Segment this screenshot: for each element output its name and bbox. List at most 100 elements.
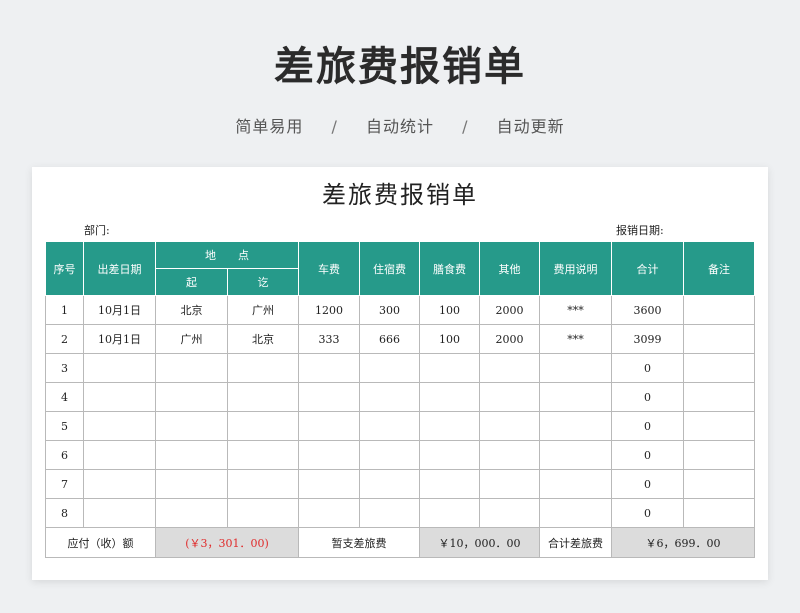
cell-hotel[interactable]: [359, 353, 420, 383]
cell-hotel[interactable]: 300: [359, 295, 420, 325]
cell-hotel[interactable]: [359, 440, 420, 470]
cell-from[interactable]: [155, 440, 228, 470]
cell-desc[interactable]: [539, 353, 612, 383]
cell-hotel[interactable]: [359, 469, 420, 499]
cell-meal[interactable]: [419, 353, 480, 383]
table-row: 40: [45, 382, 755, 412]
cell-note[interactable]: [683, 324, 755, 354]
cell-from[interactable]: [155, 353, 228, 383]
cell-total[interactable]: 3099: [611, 324, 684, 354]
cell-meal[interactable]: [419, 411, 480, 441]
cell-date[interactable]: [83, 469, 156, 499]
cell-note[interactable]: [683, 353, 755, 383]
cell-to[interactable]: [227, 411, 299, 441]
cell-other[interactable]: [479, 353, 540, 383]
cell-note[interactable]: [683, 498, 755, 528]
header-total: 合计: [611, 241, 684, 296]
cell-desc[interactable]: ***: [539, 324, 612, 354]
cell-meal[interactable]: [419, 440, 480, 470]
cell-to[interactable]: [227, 469, 299, 499]
sheet-title: 差旅费报销单: [322, 181, 478, 209]
cell-seq: 4: [45, 382, 84, 412]
cell-to[interactable]: 广州: [227, 295, 299, 325]
cell-total[interactable]: 0: [611, 382, 684, 412]
cell-from[interactable]: 北京: [155, 295, 228, 325]
cell-hotel[interactable]: 666: [359, 324, 420, 354]
cell-note[interactable]: [683, 440, 755, 470]
cell-car[interactable]: [298, 353, 360, 383]
cell-total[interactable]: 0: [611, 353, 684, 383]
cell-from[interactable]: 广州: [155, 324, 228, 354]
cell-note[interactable]: [683, 382, 755, 412]
cell-car[interactable]: [298, 382, 360, 412]
cell-car[interactable]: [298, 440, 360, 470]
cell-date[interactable]: 10月1日: [83, 324, 156, 354]
cell-car[interactable]: [298, 469, 360, 499]
cell-meal[interactable]: [419, 382, 480, 412]
cell-from[interactable]: [155, 382, 228, 412]
cell-other[interactable]: [479, 411, 540, 441]
cell-meal[interactable]: 100: [419, 324, 480, 354]
cell-to[interactable]: [227, 498, 299, 528]
cell-desc[interactable]: [539, 498, 612, 528]
cell-total[interactable]: 0: [611, 440, 684, 470]
cell-car[interactable]: [298, 498, 360, 528]
cell-total[interactable]: 3600: [611, 295, 684, 325]
cell-note[interactable]: [683, 411, 755, 441]
cell-seq: 3: [45, 353, 84, 383]
cell-date[interactable]: [83, 440, 156, 470]
cell-other[interactable]: [479, 469, 540, 499]
cell-date[interactable]: 10月1日: [83, 295, 156, 325]
cell-car[interactable]: 1200: [298, 295, 360, 325]
table-row: 60: [45, 440, 755, 470]
cell-meal[interactable]: [419, 469, 480, 499]
cell-date[interactable]: [83, 353, 156, 383]
payable-value[interactable]: (￥3，301．00): [155, 527, 299, 558]
cell-from[interactable]: [155, 469, 228, 499]
header-to: 讫: [227, 268, 299, 296]
cell-to[interactable]: 北京: [227, 324, 299, 354]
cell-date[interactable]: [83, 382, 156, 412]
cell-desc[interactable]: [539, 382, 612, 412]
cell-total[interactable]: 0: [611, 469, 684, 499]
cell-other[interactable]: [479, 498, 540, 528]
cell-seq: 7: [45, 469, 84, 499]
cell-to[interactable]: [227, 353, 299, 383]
cell-other[interactable]: 2000: [479, 324, 540, 354]
cell-hotel[interactable]: [359, 411, 420, 441]
feature-tags: 简单易用 / 自动统计 / 自动更新: [0, 113, 800, 137]
cell-seq: 8: [45, 498, 84, 528]
cell-note[interactable]: [683, 469, 755, 499]
cell-hotel[interactable]: [359, 382, 420, 412]
cell-meal[interactable]: [419, 498, 480, 528]
cell-desc[interactable]: [539, 440, 612, 470]
cell-total[interactable]: 0: [611, 498, 684, 528]
expense-table: 序号 出差日期 地 点 车费 住宿费 膳食费 其他 费用说明 合计 备注 起 讫…: [45, 241, 755, 558]
summary-row: 应付（收）额 (￥3，301．00) 暂支差旅费 ￥10，000．00 合计差旅…: [45, 527, 755, 558]
cell-car[interactable]: [298, 411, 360, 441]
cell-note[interactable]: [683, 295, 755, 325]
cell-other[interactable]: [479, 382, 540, 412]
sum-value[interactable]: ￥6，699．00: [611, 527, 755, 558]
cell-from[interactable]: [155, 498, 228, 528]
cell-to[interactable]: [227, 382, 299, 412]
cell-to[interactable]: [227, 440, 299, 470]
cell-other[interactable]: [479, 440, 540, 470]
header-date: 出差日期: [83, 241, 156, 296]
cell-total[interactable]: 0: [611, 411, 684, 441]
cell-desc[interactable]: ***: [539, 295, 612, 325]
cell-from[interactable]: [155, 411, 228, 441]
tag-auto-stat: 自动统计: [365, 117, 434, 136]
cell-desc[interactable]: [539, 411, 612, 441]
advance-value[interactable]: ￥10，000．00: [419, 527, 540, 558]
cell-other[interactable]: 2000: [479, 295, 540, 325]
cell-hotel[interactable]: [359, 498, 420, 528]
cell-desc[interactable]: [539, 469, 612, 499]
cell-seq: 6: [45, 440, 84, 470]
cell-date[interactable]: [83, 411, 156, 441]
cell-car[interactable]: 333: [298, 324, 360, 354]
table-row: 80: [45, 498, 755, 528]
cell-date[interactable]: [83, 498, 156, 528]
header-place: 地 点: [155, 241, 299, 269]
cell-meal[interactable]: 100: [419, 295, 480, 325]
